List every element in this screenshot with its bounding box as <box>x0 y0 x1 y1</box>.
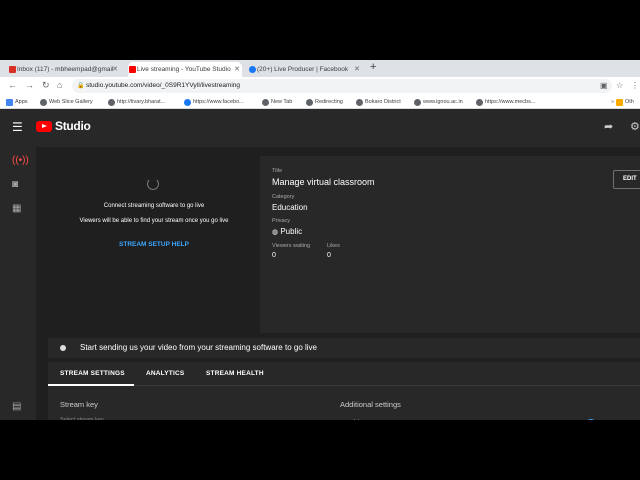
back-icon[interactable]: ← <box>8 80 17 90</box>
hamburger-menu-icon[interactable]: ☰ <box>12 120 23 134</box>
globe-icon <box>356 99 363 106</box>
edit-button[interactable]: EDIT <box>613 170 640 189</box>
globe-icon <box>262 99 269 106</box>
gmail-icon <box>9 66 16 73</box>
category-label: Category <box>272 194 295 200</box>
bookmark-mecbs[interactable]: https://www.mecbs... <box>476 97 535 107</box>
status-dot-icon <box>60 345 66 351</box>
share-icon[interactable]: ➦ <box>604 120 613 133</box>
loading-spinner-icon <box>147 178 159 190</box>
studio-logo-text: Studio <box>55 119 91 133</box>
globe-icon: ◍ <box>272 229 279 236</box>
lock-icon: 🔒 <box>77 83 85 89</box>
browser-tab-facebook[interactable]: (20+) Live Producer | Facebook ✕ <box>248 62 362 77</box>
tab-title: (20+) Live Producer | Facebook <box>257 66 349 73</box>
bookmark-facebook[interactable]: https://www.facebo... <box>184 97 244 107</box>
youtube-logo-icon[interactable] <box>36 121 52 132</box>
likes-value: 0 <box>327 252 331 259</box>
star-icon[interactable]: ☆ <box>616 81 623 90</box>
title-value: Manage virtual classroom <box>272 177 375 187</box>
bookmark-tivary[interactable]: http://tivary.bharat... <box>108 97 165 107</box>
settings-gear-icon[interactable]: ⚙ <box>630 120 640 133</box>
live-stream-icon[interactable]: ((•)) <box>12 155 29 166</box>
privacy-label: Privacy <box>272 218 291 224</box>
bookmark-apps[interactable]: Apps <box>6 97 28 107</box>
tab-stream-settings[interactable]: STREAM SETTINGS <box>60 370 125 377</box>
new-tab-button[interactable]: + <box>370 61 376 73</box>
more-bookmarks-icon[interactable]: » <box>602 97 614 107</box>
bookmarks-bar: Apps Web Slice Gallery http://tivary.bha… <box>0 95 640 109</box>
globe-icon <box>306 99 313 106</box>
screen: Inbox (117) - mbheempad@gmail ✕ Live str… <box>0 60 640 420</box>
stream-preview: Connect streaming software to go live Vi… <box>48 156 260 333</box>
close-icon[interactable]: ✕ <box>354 62 360 77</box>
viewers-waiting-label: Viewers waiting <box>272 243 311 249</box>
reload-icon[interactable]: ↻ <box>42 80 50 91</box>
url-text: studio.youtube.com/video/_0S9R1YVylI/liv… <box>86 82 241 89</box>
status-strip: Start sending us your video from your st… <box>48 338 640 358</box>
globe-icon <box>476 99 483 106</box>
browser-tab-youtube-studio[interactable]: Live streaming - YouTube Studio ✕ <box>128 62 242 77</box>
forward-icon[interactable]: → <box>25 80 34 90</box>
preview-connect-text: Connect streaming software to go live <box>103 203 205 209</box>
stream-settings-body: Select stream keyDefault stream key (RTM… <box>48 386 640 420</box>
facebook-icon <box>249 66 256 73</box>
camera-icon[interactable]: ◙ <box>12 179 18 190</box>
globe-icon <box>40 99 47 106</box>
preview-viewers-text: Viewers will be able to find your stream… <box>79 218 229 224</box>
bookmark-new-tab[interactable]: New Tab <box>262 97 292 107</box>
close-icon[interactable]: ✕ <box>112 62 118 77</box>
stream-setup-help-link[interactable]: STREAM SETUP HELP <box>48 241 260 248</box>
left-rail: ((•)) ◙ ▦ ▤ <box>0 147 36 420</box>
settings-tabs: STREAM SETTINGS ANALYTICS STREAM HEALTH <box>48 362 640 386</box>
youtube-icon <box>129 66 136 73</box>
tab-analytics[interactable]: ANALYTICS <box>146 370 184 377</box>
globe-icon <box>108 99 115 106</box>
url-input[interactable]: 🔒 studio.youtube.com/video/_0S9R1YVylI/l… <box>72 79 612 93</box>
bookmark-redirecting[interactable]: Redirecting <box>306 97 343 107</box>
bookmark-ignou[interactable]: www.ignou.ac.in <box>414 97 463 107</box>
address-bar: ← → ↻ ⌂ 🔒 studio.youtube.com/video/_0S9R… <box>0 77 640 95</box>
menu-icon[interactable]: ⋮ <box>631 81 639 90</box>
category-value: Education <box>272 203 308 212</box>
tab-title: Inbox (117) - mbheempad@gmail <box>17 66 114 73</box>
bookmark-web-slice[interactable]: Web Slice Gallery <box>40 97 93 107</box>
tab-stream-health[interactable]: STREAM HEALTH <box>206 370 264 377</box>
select-stream-key-label: Select stream key <box>60 417 104 420</box>
status-message: Start sending us your video from your st… <box>80 343 317 352</box>
feedback-icon[interactable]: ▤ <box>12 401 21 412</box>
title-label: Title <box>272 168 283 174</box>
studio-header: ☰ Studio ➦ ⚙ <box>0 109 640 147</box>
enable-dvr-label: Enable DVR <box>340 418 381 420</box>
viewers-waiting-value: 0 <box>272 252 276 259</box>
facebook-icon <box>184 99 191 106</box>
folder-icon <box>616 99 623 106</box>
calendar-icon[interactable]: ▦ <box>12 203 21 214</box>
browser-tab-strip: Inbox (117) - mbheempad@gmail ✕ Live str… <box>0 60 640 77</box>
bookmark-bokaro[interactable]: Bokaro District <box>356 97 401 107</box>
privacy-value: ◍ Public <box>272 227 303 236</box>
bookmark-other[interactable]: Oth <box>616 97 634 107</box>
close-icon[interactable]: ✕ <box>234 62 240 77</box>
likes-label: Likes <box>327 243 340 249</box>
cast-icon[interactable]: ▣ <box>600 81 608 90</box>
browser-tab-gmail[interactable]: Inbox (117) - mbheempad@gmail ✕ <box>8 62 120 77</box>
tab-title: Live streaming - YouTube Studio <box>137 66 231 73</box>
stream-info-panel: Title Manage virtual classroom Category … <box>260 156 640 333</box>
home-icon[interactable]: ⌂ <box>57 80 62 90</box>
globe-icon <box>414 99 421 106</box>
apps-icon <box>6 99 13 106</box>
